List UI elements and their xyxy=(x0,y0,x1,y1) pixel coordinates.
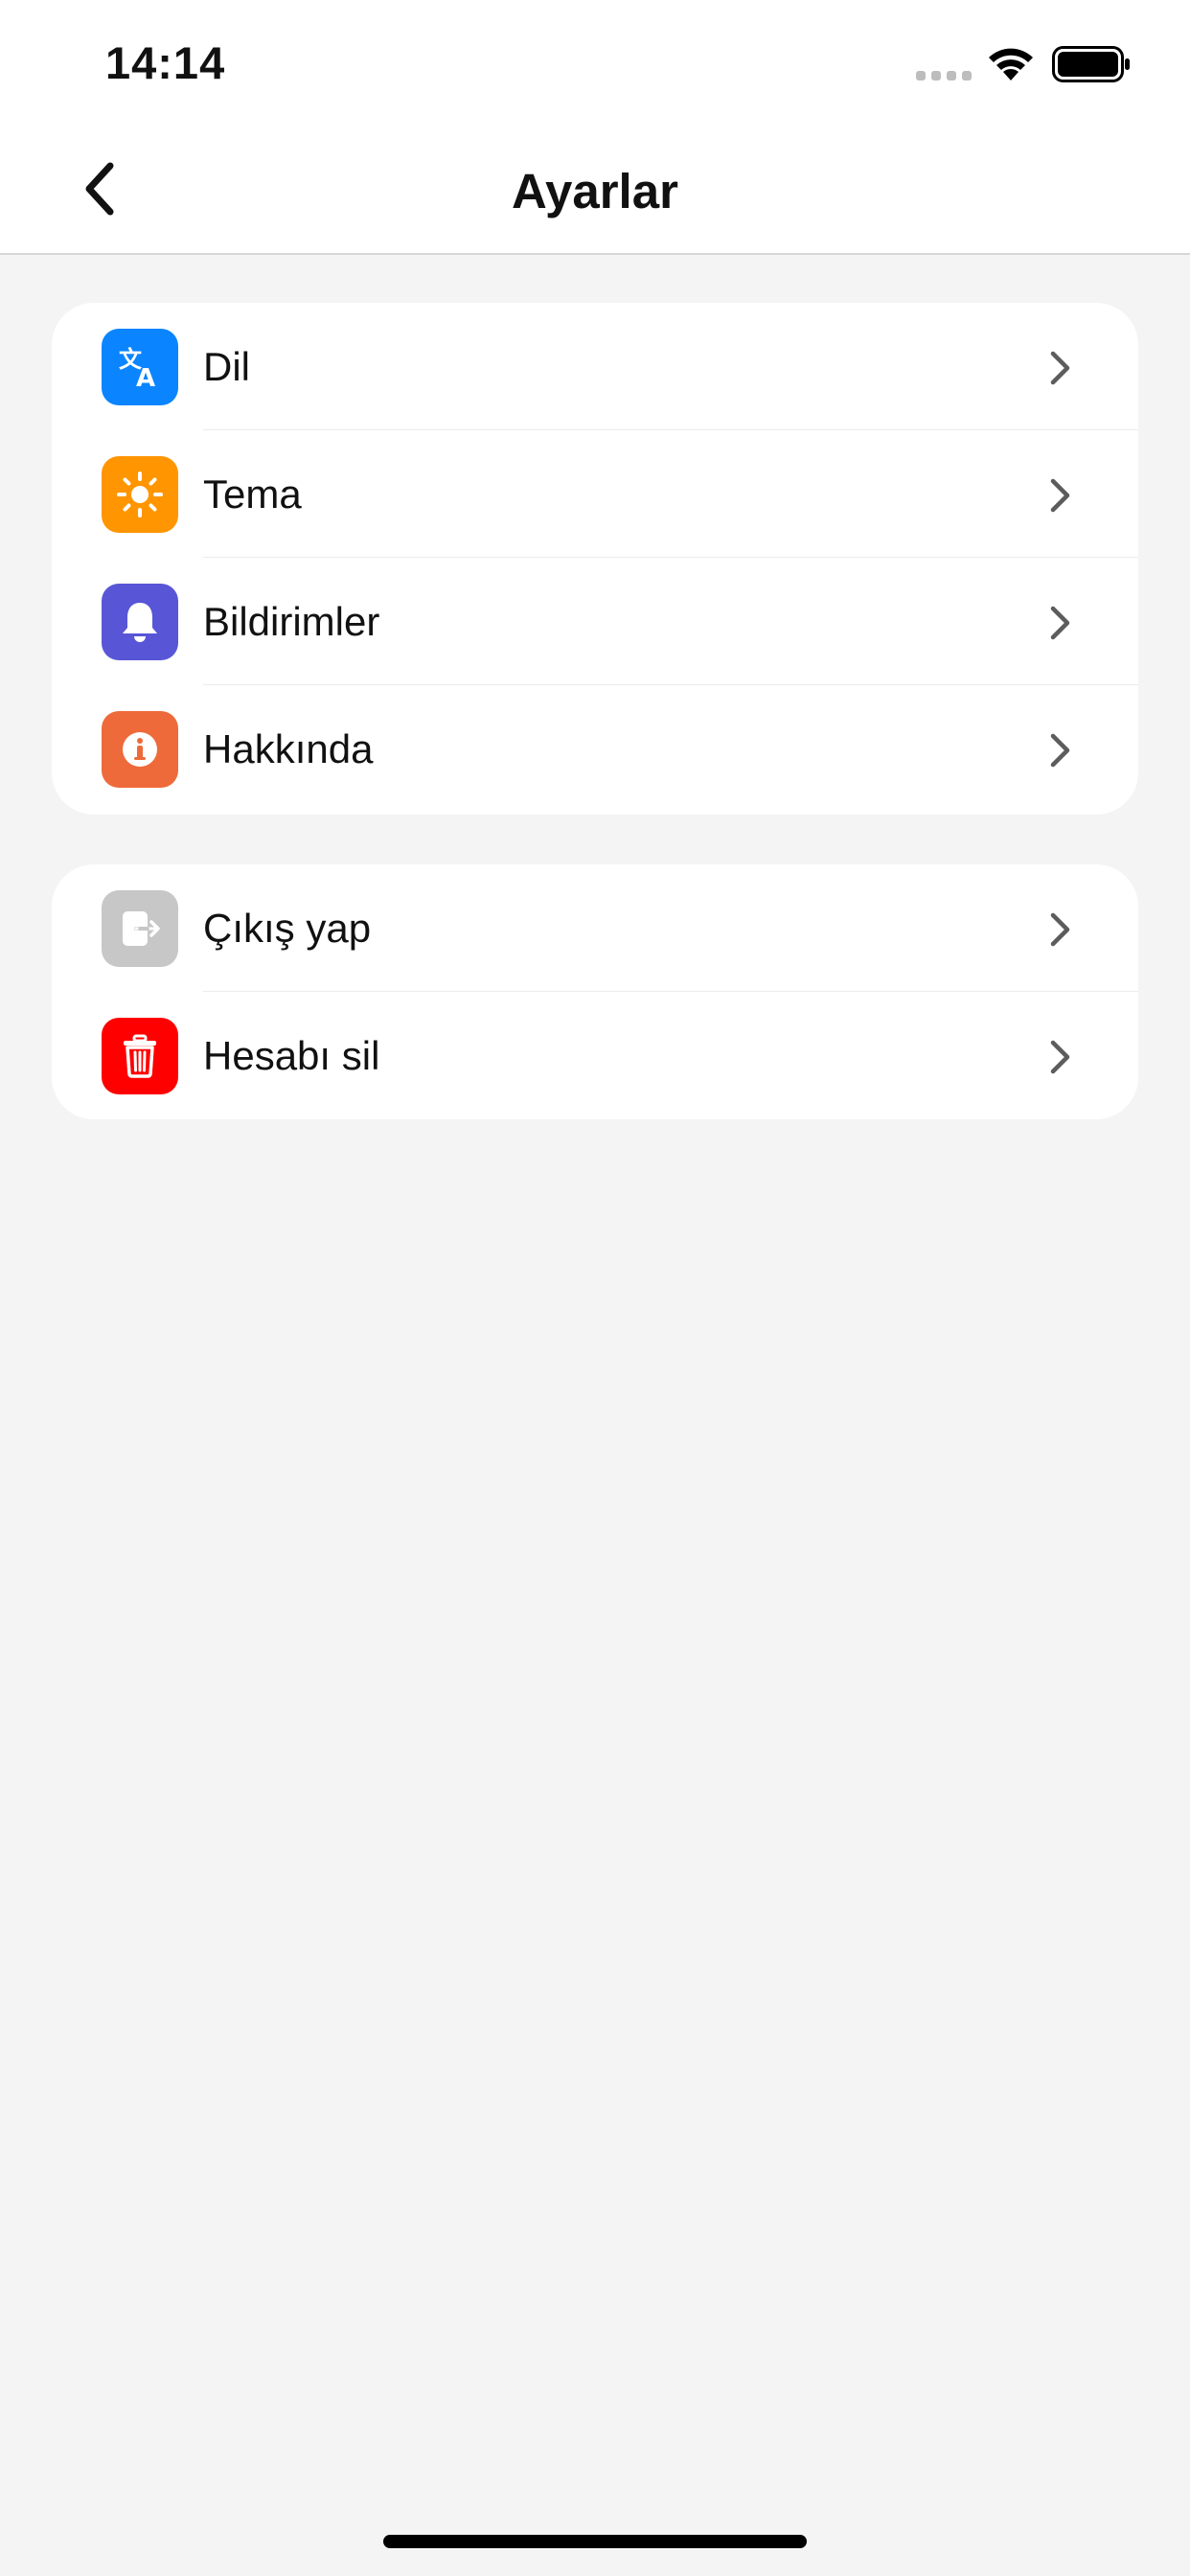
svg-text:A: A xyxy=(136,364,155,392)
trash-icon xyxy=(102,1018,178,1094)
settings-item-label: Bildirimler xyxy=(203,599,380,644)
settings-item-label: Çıkış yap xyxy=(203,906,372,951)
chevron-right-icon xyxy=(1050,606,1070,640)
translate-icon: 文 A xyxy=(102,329,178,405)
settings-item-delete-account[interactable]: Hesabı sil xyxy=(52,992,1138,1119)
settings-item-theme[interactable]: Tema xyxy=(52,430,1138,558)
logout-icon xyxy=(102,890,178,967)
settings-item-label: Tema xyxy=(203,472,302,517)
settings-item-label: Hesabı sil xyxy=(203,1033,380,1078)
chevron-right-icon xyxy=(1050,351,1070,385)
settings-item-logout[interactable]: Çıkış yap xyxy=(52,864,1138,992)
chevron-right-icon xyxy=(1050,912,1070,947)
page-title: Ayarlar xyxy=(512,164,678,218)
info-icon xyxy=(102,711,178,788)
chevron-right-icon xyxy=(1050,1040,1070,1074)
wifi-icon xyxy=(989,48,1033,80)
settings-item-language[interactable]: 文 A Dil xyxy=(52,303,1138,430)
settings-item-label: Dil xyxy=(203,344,250,389)
cellular-signal-icon xyxy=(916,71,972,80)
status-time: 14:14 xyxy=(105,37,226,88)
chevron-right-icon xyxy=(1050,478,1070,513)
settings-group-account: Çıkış yap Hesabı sil xyxy=(52,864,1138,1119)
sun-icon xyxy=(102,456,178,533)
settings-item-notifications[interactable]: Bildirimler xyxy=(52,558,1138,685)
chevron-right-icon xyxy=(1050,733,1070,768)
navigation-bar: Ayarlar xyxy=(0,126,1190,255)
status-bar: 14:14 xyxy=(0,0,1190,126)
settings-item-about[interactable]: Hakkında xyxy=(52,685,1138,813)
home-indicator[interactable] xyxy=(383,2535,807,2548)
settings-group-general: 文 A Dil Tema Bildirimler Hakkında xyxy=(52,303,1138,815)
settings-item-label: Hakkında xyxy=(203,726,374,771)
bell-icon xyxy=(102,584,178,660)
battery-icon xyxy=(1052,46,1130,82)
